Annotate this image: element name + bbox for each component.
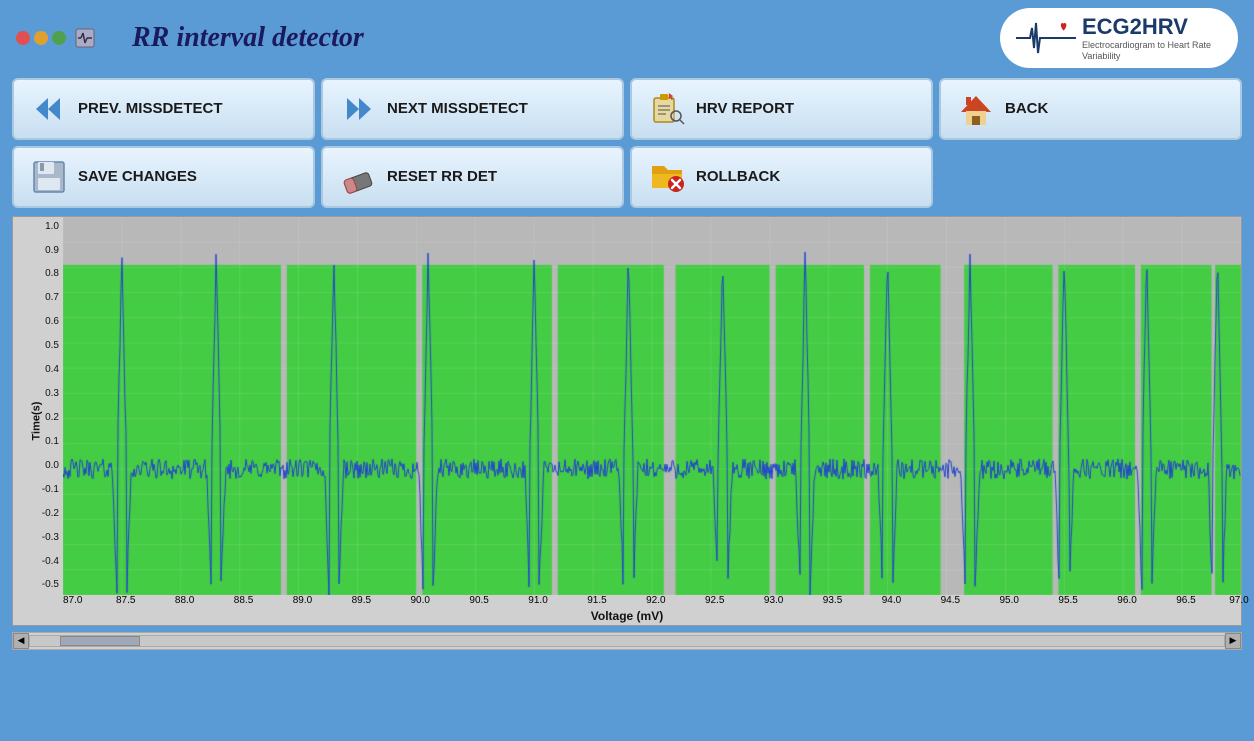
x-label-875: 87.5	[116, 595, 135, 606]
x-label-945: 94.5	[941, 595, 960, 606]
y-label-07: 0.7	[15, 292, 59, 303]
app-title: RR interval detector	[132, 22, 364, 54]
rollback-icon	[648, 158, 686, 196]
y-axis-title: Time(s)	[30, 401, 42, 440]
x-label-950: 95.0	[1000, 595, 1019, 606]
reset-rr-det-label: RESET RR DET	[387, 168, 497, 185]
logo-area: ECG2HRV Electrocardiogram to Heart Rate …	[1000, 8, 1238, 68]
reset-rr-det-button[interactable]: RESET RR DET	[321, 146, 624, 208]
save-changes-button[interactable]: SAVE CHANGES	[12, 146, 315, 208]
y-label-08: 0.8	[15, 268, 59, 279]
y-label-09: 0.9	[15, 245, 59, 256]
x-axis-labels: 87.0 87.5 88.0 88.5 89.0 89.5 90.0 90.5 …	[63, 595, 1241, 609]
x-label-930: 93.0	[764, 595, 783, 606]
x-label-915: 91.5	[587, 595, 606, 606]
scroll-right-button[interactable]: ▶	[1225, 633, 1241, 649]
hrv-report-label: HRV REPORT	[696, 100, 794, 117]
y-label-n05: -0.5	[15, 579, 59, 590]
logo-ecg-icon	[1016, 18, 1076, 58]
x-label-940: 94.0	[882, 595, 901, 606]
prev-missdetect-button[interactable]: PREV. MISSDETECT	[12, 78, 315, 140]
title-bar: RR interval detector ECG2HRV Electrocard…	[0, 0, 1254, 72]
x-label-905: 90.5	[469, 595, 488, 606]
y-label-03: 0.3	[15, 388, 59, 399]
x-label-935: 93.5	[823, 595, 842, 606]
buttons-area: PREV. MISSDETECT NEXT MISSDETECT HRV REP…	[0, 72, 1254, 216]
save-changes-label: SAVE CHANGES	[78, 168, 197, 185]
hrv-report-button[interactable]: HRV REPORT	[630, 78, 933, 140]
y-label-05: 0.5	[15, 340, 59, 351]
x-label-960: 96.0	[1117, 595, 1136, 606]
x-label-910: 91.0	[528, 595, 547, 606]
logo-text-area: ECG2HRV Electrocardiogram to Heart Rate …	[1082, 14, 1222, 62]
close-button[interactable]	[16, 31, 30, 45]
scroll-track[interactable]	[29, 635, 1225, 647]
chart-inner[interactable]	[63, 217, 1241, 595]
y-label-n02: -0.2	[15, 508, 59, 519]
rewind-icon	[30, 90, 68, 128]
ecg-canvas[interactable]	[63, 217, 1241, 595]
x-label-880: 88.0	[175, 595, 194, 606]
logo-text: ECG2HRV	[1082, 14, 1188, 39]
rollback-button[interactable]: ROLLBACK	[630, 146, 933, 208]
next-missdetect-label: NEXT MISSDETECT	[387, 100, 528, 117]
y-label-04: 0.4	[15, 364, 59, 375]
back-button[interactable]: BACK	[939, 78, 1242, 140]
logo-subtitle: Electrocardiogram to Heart Rate Variabil…	[1082, 40, 1222, 62]
y-label-00: 0.0	[15, 460, 59, 471]
x-label-920: 92.0	[646, 595, 665, 606]
scroll-left-button[interactable]: ◀	[13, 633, 29, 649]
x-axis-title: Voltage (mV)	[591, 609, 663, 623]
window-controls[interactable]	[16, 31, 66, 45]
app-icon	[74, 27, 96, 49]
x-label-870: 87.0	[63, 595, 82, 606]
y-label-10: 1.0	[15, 221, 59, 232]
chart-area: 1.0 0.9 0.8 0.7 0.6 0.5 0.4 0.3 0.2 0.1 …	[12, 216, 1242, 626]
x-label-890: 89.0	[293, 595, 312, 606]
scroll-thumb[interactable]	[60, 636, 140, 646]
prev-missdetect-label: PREV. MISSDETECT	[78, 100, 222, 117]
report-icon	[648, 90, 686, 128]
y-label-n04: -0.4	[15, 556, 59, 567]
x-label-895: 89.5	[352, 595, 371, 606]
scrollbar[interactable]: ◀ ▶	[12, 632, 1242, 650]
save-icon	[30, 158, 68, 196]
y-label-06: 0.6	[15, 316, 59, 327]
x-label-965: 96.5	[1176, 595, 1195, 606]
minimize-button[interactable]	[34, 31, 48, 45]
next-missdetect-button[interactable]: NEXT MISSDETECT	[321, 78, 624, 140]
maximize-button[interactable]	[52, 31, 66, 45]
y-label-n03: -0.3	[15, 532, 59, 543]
y-label-n01: -0.1	[15, 484, 59, 495]
rollback-label: ROLLBACK	[696, 168, 780, 185]
x-label-970: 97.0	[1229, 595, 1248, 606]
eraser-icon	[339, 158, 377, 196]
x-label-925: 92.5	[705, 595, 724, 606]
back-label: BACK	[1005, 100, 1048, 117]
x-label-955: 95.5	[1058, 595, 1077, 606]
forward-icon	[339, 90, 377, 128]
x-label-885: 88.5	[234, 595, 253, 606]
home-icon	[957, 90, 995, 128]
x-label-900: 90.0	[411, 595, 430, 606]
